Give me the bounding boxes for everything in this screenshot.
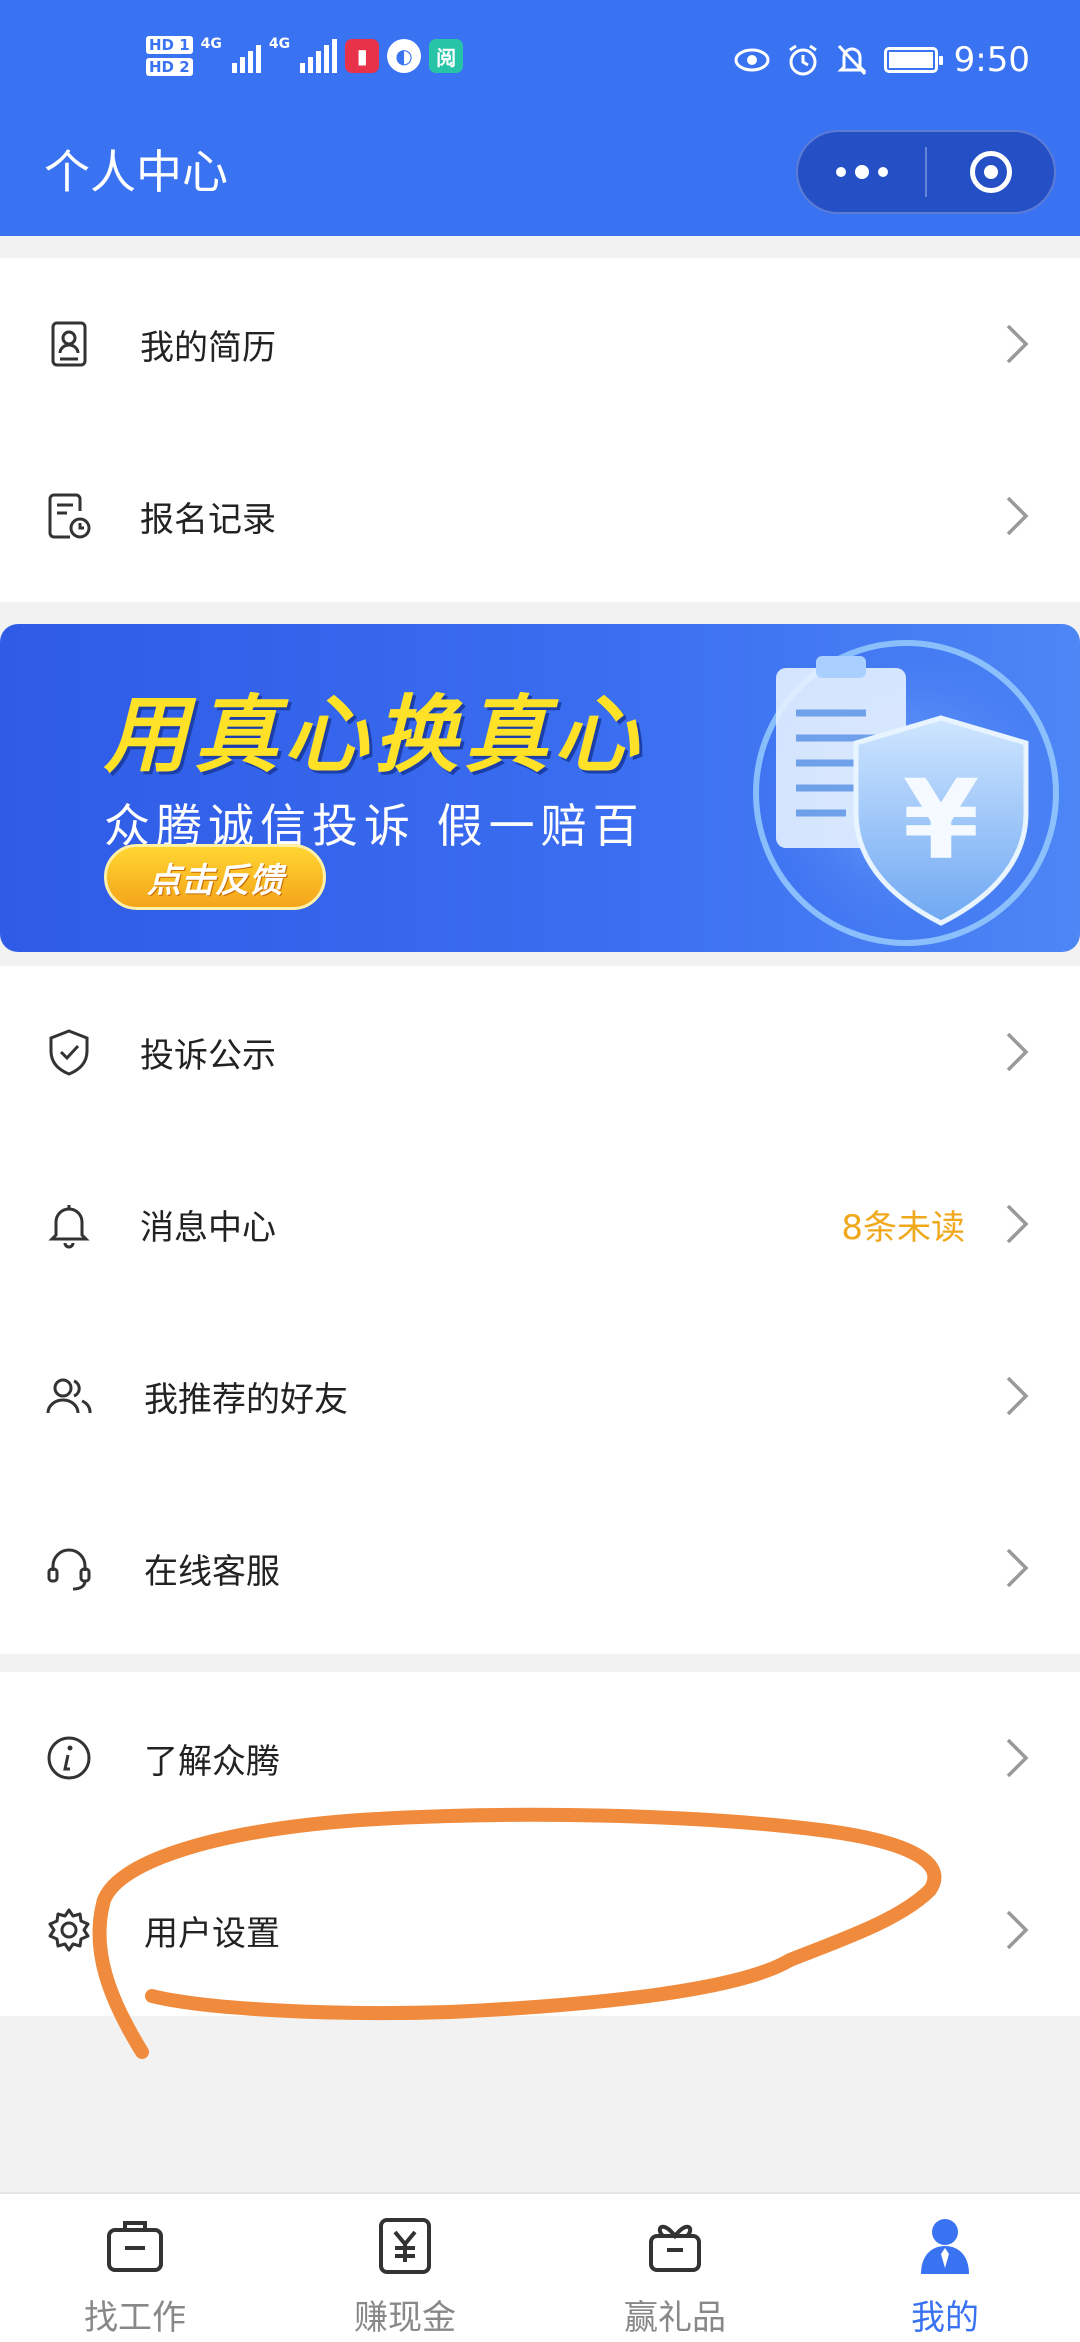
tab-find-job[interactable]: 找工作 <box>0 2194 270 2342</box>
bell-icon <box>48 1205 90 1249</box>
feedback-button[interactable]: 点击反馈 <box>104 844 326 910</box>
menu-item-complaints[interactable]: 投诉公示 <box>0 966 1080 1138</box>
chevron-right-icon <box>1006 1376 1029 1416</box>
menu-item-label: 消息中心 <box>140 1207 276 1248</box>
menu-section-3: 了解众腾 用户设置 <box>0 1672 1080 2016</box>
person-icon <box>921 2219 969 2274</box>
feedback-banner[interactable]: 用真心换真心 众腾诚信投诉 假一赔百 点击反馈 ¥ <box>0 624 1080 952</box>
hd-indicators: HD 1 HD 2 <box>146 36 193 76</box>
status-right: 9:50 <box>734 40 1030 80</box>
menu-item-user-settings[interactable]: 用户设置 <box>0 1844 1080 2016</box>
tab-mine[interactable]: 我的 <box>810 2194 1080 2342</box>
chevron-right-icon <box>1006 1032 1029 1072</box>
resume-icon <box>51 321 87 367</box>
clock-time: 9:50 <box>953 40 1030 80</box>
gear-icon <box>48 1908 90 1952</box>
cash-icon <box>379 2218 431 2274</box>
target-icon <box>969 151 1012 193</box>
record-icon <box>48 493 91 539</box>
miniprogram-capsule <box>796 130 1056 214</box>
eye-icon <box>734 48 770 72</box>
shield-icon <box>49 1029 89 1076</box>
menu-item-resume[interactable]: 我的简历 <box>0 258 1080 430</box>
briefcase-icon <box>107 2221 163 2272</box>
menu-item-signup-records[interactable]: 报名记录 <box>0 430 1080 602</box>
page-title: 个人中心 <box>44 145 228 199</box>
headset-icon <box>47 1548 91 1591</box>
network-type-2: 4G <box>268 36 291 52</box>
menu-section-1: 我的简历 报名记录 <box>0 258 1080 602</box>
info-icon <box>47 1736 91 1780</box>
chevron-right-icon <box>1006 1910 1029 1950</box>
signal-1-icon <box>231 39 261 73</box>
users-icon <box>46 1378 92 1414</box>
unread-count-badge: 8条未读 <box>841 1207 965 1248</box>
chevron-right-icon <box>1006 324 1029 364</box>
battery-icon <box>883 47 943 73</box>
menu-item-referred-friends[interactable]: 我推荐的好友 <box>0 1310 1080 1482</box>
menu-item-messages[interactable]: 消息中心 8条未读 <box>0 1138 1080 1310</box>
signal-2-icon <box>300 39 338 73</box>
menu-item-label: 我的简历 <box>140 327 276 368</box>
menu-item-label: 用户设置 <box>144 1913 280 1954</box>
shield-document-illustration: ¥ <box>753 640 1059 946</box>
chevron-right-icon <box>1006 496 1029 536</box>
chevron-right-icon <box>1006 1738 1029 1778</box>
chevron-right-icon <box>1006 1204 1029 1244</box>
close-miniprogram-button[interactable] <box>927 132 1054 212</box>
menu-item-label: 在线客服 <box>144 1551 280 1592</box>
status-left: HD 1 HD 2 4G 4G ▮ ◐ 阅 <box>146 36 464 76</box>
reader-app-icon: 阅 <box>429 39 464 73</box>
mute-icon <box>837 44 867 76</box>
gift-icon <box>649 2224 701 2272</box>
menu-item-label: 我推荐的好友 <box>144 1379 348 1420</box>
menu-item-customer-service[interactable]: 在线客服 <box>0 1482 1080 1654</box>
tab-label: 赢礼品 <box>624 2298 726 2338</box>
menu-item-label: 投诉公示 <box>140 1035 276 1076</box>
banner-title: 用真心换真心 <box>104 686 645 784</box>
bottom-tab-bar: 找工作 赚现金 赢礼品 我的 <box>0 2192 1080 2342</box>
status-bar: HD 1 HD 2 4G 4G ▮ ◐ 阅 9:50 <box>0 30 1080 100</box>
alarm-icon <box>788 44 817 76</box>
menu-item-about[interactable]: 了解众腾 <box>0 1672 1080 1844</box>
network-type-1: 4G <box>200 36 222 52</box>
chevron-right-icon <box>1006 1548 1029 1588</box>
browser-app-icon: ◐ <box>387 39 422 73</box>
tab-label: 我的 <box>911 2298 979 2338</box>
menu-section-2: 投诉公示 消息中心 8条未读 我推荐的好友 在线客服 <box>0 966 1080 1654</box>
menu-item-label: 报名记录 <box>140 499 276 540</box>
hd1-badge: HD 1 <box>146 36 193 54</box>
menu-item-label: 了解众腾 <box>144 1741 280 1782</box>
tab-earn-cash[interactable]: 赚现金 <box>270 2194 540 2342</box>
tab-label: 赚现金 <box>354 2298 456 2338</box>
more-dots-icon <box>835 165 888 179</box>
book-app-icon: ▮ <box>345 39 380 73</box>
yuan-symbol: ¥ <box>903 756 980 884</box>
tab-win-gifts[interactable]: 赢礼品 <box>540 2194 810 2342</box>
more-button[interactable] <box>798 132 925 212</box>
header: HD 1 HD 2 4G 4G ▮ ◐ 阅 9:50 个人中心 <box>0 0 1080 236</box>
tab-label: 找工作 <box>84 2298 186 2338</box>
hd2-badge: HD 2 <box>146 58 193 76</box>
